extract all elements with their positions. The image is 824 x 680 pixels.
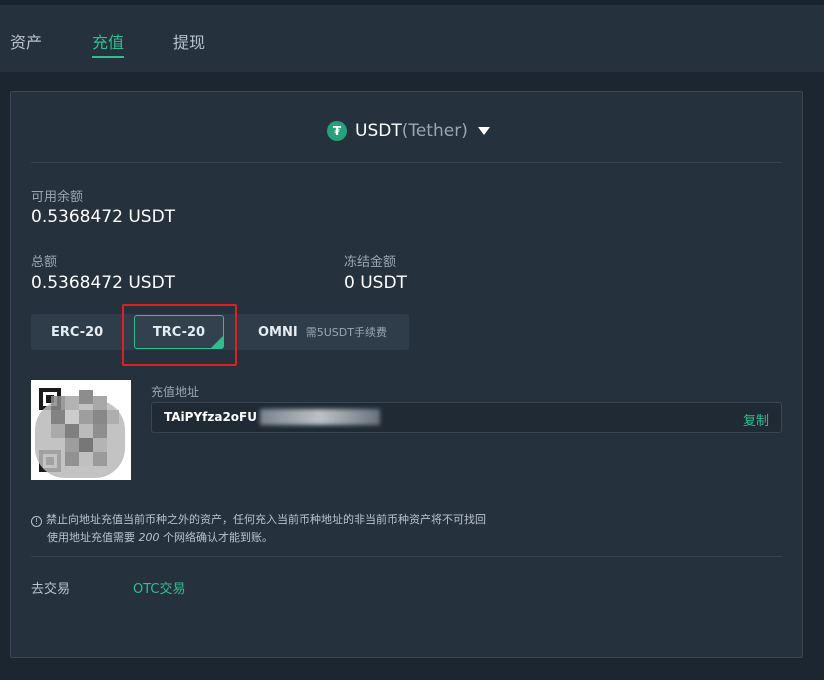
tether-icon: ₮ — [327, 121, 347, 141]
total-balance-label: 总额 — [31, 255, 58, 270]
qr-code-image — [35, 388, 125, 478]
go-trade-label: 去交易 — [31, 582, 71, 597]
notice-line-1: ! 禁止向地址充值当前币种之外的资产，任何充入当前币种地址的非当前币种资产将不可找… — [31, 511, 486, 527]
coin-symbol: USDT — [355, 121, 402, 141]
copy-button[interactable]: 复制 — [743, 410, 769, 429]
frozen-balance-value: 0 USDT — [344, 273, 407, 293]
frozen-balance-label: 冻结金额 — [344, 255, 397, 270]
chain-omni-button[interactable]: OMNI 需5USDT手续费 — [258, 314, 387, 350]
info-icon: ! — [31, 516, 42, 527]
selected-check-icon — [211, 336, 223, 348]
coin-full-name: (Tether) — [401, 121, 468, 141]
omni-fee-note: 需5USDT手续费 — [305, 326, 387, 339]
notice-text-1: 禁止向地址充值当前币种之外的资产，任何充入当前币种地址的非当前币种资产将不可找回 — [46, 513, 486, 526]
available-balance-label: 可用余额 — [31, 190, 84, 205]
notice-text-2-prefix: 使用地址充值需要 — [47, 531, 135, 544]
divider — [31, 162, 782, 163]
tab-assets[interactable]: 资产 — [10, 29, 42, 53]
deposit-address-label: 充值地址 — [151, 385, 200, 399]
otc-trade-link[interactable]: OTC交易 — [133, 578, 186, 597]
available-balance-value: 0.5368472 USDT — [31, 207, 176, 227]
divider — [31, 556, 782, 557]
tab-deposit[interactable]: 充值 — [92, 29, 125, 58]
deposit-address-value: TAiPYfza2oFU — [164, 410, 257, 424]
top-tab-bar: 资产 充值 提现 — [0, 0, 824, 72]
total-balance-value: 0.5368472 USDT — [31, 273, 176, 293]
deposit-address-field[interactable]: TAiPYfza2oFU 复制 — [151, 402, 782, 433]
chain-selector: ERC-20 TRC-20 OMNI 需5USDT手续费 — [31, 314, 409, 350]
tab-withdraw[interactable]: 提现 — [173, 29, 205, 53]
chain-trc20-button[interactable]: TRC-20 — [134, 315, 224, 349]
caret-down-icon[interactable] — [477, 127, 490, 135]
chain-label: ERC-20 — [51, 324, 104, 340]
address-redaction — [260, 409, 380, 425]
confirmation-count: 200 — [138, 531, 160, 544]
chain-erc20-button[interactable]: ERC-20 — [51, 314, 103, 350]
qr-code — [31, 380, 131, 480]
chain-label: TRC-20 — [152, 324, 206, 340]
notice-text-2-suffix: 个网络确认才能到账。 — [163, 531, 273, 544]
notice-line-2: 使用地址充值需要 200 个网络确认才能到账。 — [47, 529, 273, 545]
coin-selector[interactable]: ₮ USDT (Tether) — [327, 119, 490, 143]
deposit-panel: ₮ USDT (Tether) 可用余额 0.5368472 USDT 总额 0… — [10, 91, 803, 658]
chain-label: OMNI — [258, 324, 298, 340]
